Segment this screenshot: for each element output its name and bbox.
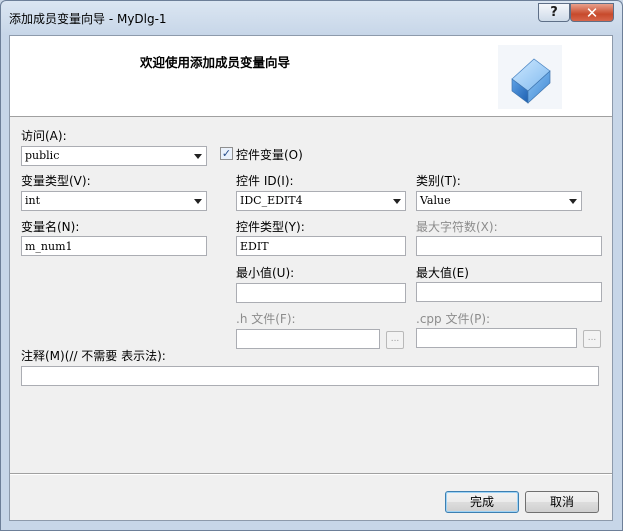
var-name-input[interactable]: m_num1 [21,236,207,256]
var-name-label: 变量名(N): [21,220,80,234]
close-icon: ✕ [585,3,599,22]
max-chars-input[interactable] [416,236,602,256]
chevron-down-icon [194,154,202,159]
button-separator [10,473,612,474]
h-file-label: .h 文件(F): [236,312,296,326]
finish-button[interactable]: 完成 [445,491,519,513]
cpp-file-input[interactable] [416,328,577,348]
category-combo[interactable]: Value [416,191,582,211]
max-value-input[interactable] [416,282,602,302]
category-value: Value [420,194,451,207]
cpp-file-label: .cpp 文件(P): [416,312,491,326]
max-value-label: 最大值(E) [416,266,469,280]
chevron-down-icon [393,199,401,204]
comment-input[interactable] [21,366,599,386]
h-file-browse-button[interactable]: ... [386,331,404,349]
min-value-label: 最小值(U): [236,266,295,280]
dialog-window: 添加成员变量向导 - MyDlg-1 ? ✕ 欢迎使用添加成员变量向导 访问(A… [0,0,623,531]
control-id-value: IDC_EDIT4 [240,194,303,207]
comment-label: 注释(M)(// 不需要 表示法): [21,349,166,363]
max-chars-label: 最大字符数(X): [416,220,498,234]
chevron-down-icon [194,199,202,204]
var-type-combo[interactable]: int [21,191,207,211]
dialog-client: 欢迎使用添加成员变量向导 访问(A): public ✓ 控件变量(O) 变量类… [9,35,613,521]
min-value-input[interactable] [236,283,406,303]
control-id-label: 控件 ID(I): [236,174,294,188]
cpp-file-browse-button[interactable]: ... [583,330,601,348]
category-label: 类别(T): [416,174,461,188]
wizard-banner: 欢迎使用添加成员变量向导 [10,36,612,117]
close-button[interactable]: ✕ [570,3,614,22]
control-type-field: EDIT [236,236,406,256]
access-value: public [25,149,60,162]
control-var-label[interactable]: 控件变量(O) [236,146,303,163]
checkmark-icon: ✓ [221,147,232,160]
access-label: 访问(A): [21,129,67,143]
help-icon: ? [550,5,558,20]
cancel-button[interactable]: 取消 [525,491,599,513]
control-id-combo[interactable]: IDC_EDIT4 [236,191,406,211]
control-var-checkbox[interactable]: ✓ [220,147,233,160]
var-type-value: int [25,194,41,207]
h-file-input[interactable] [236,329,380,349]
chevron-down-icon [569,199,577,204]
control-type-label: 控件类型(Y): [236,220,305,234]
window-title: 添加成员变量向导 - MyDlg-1 [9,12,167,26]
var-name-value: m_num1 [25,240,73,253]
banner-title: 欢迎使用添加成员变量向导 [139,55,290,70]
3d-cube-icon [498,45,562,109]
help-button[interactable]: ? [538,3,570,22]
access-combo[interactable]: public [21,146,207,166]
var-type-label: 变量类型(V): [21,174,91,188]
control-type-value: EDIT [240,240,269,253]
title-bar[interactable]: 添加成员变量向导 - MyDlg-1 ? ✕ [1,1,622,35]
